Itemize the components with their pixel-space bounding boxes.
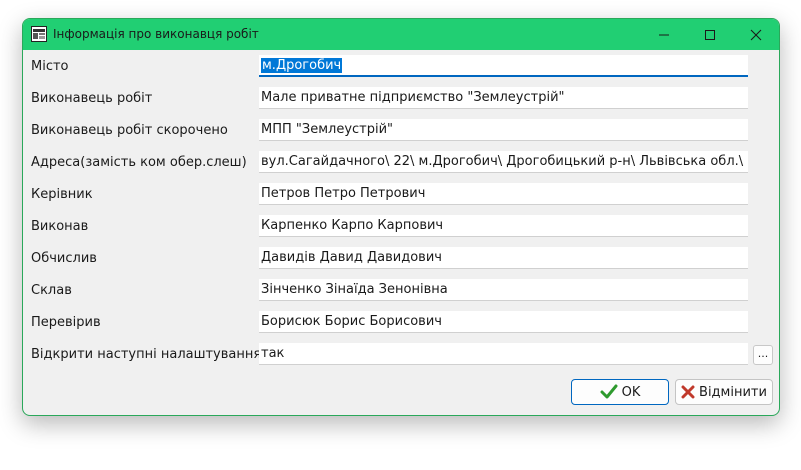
contractor-input[interactable]: Мале приватне підприємство "Землеустрій": [259, 87, 748, 109]
checked-by-input[interactable]: Борисюк Борис Борисович: [259, 311, 748, 333]
maximize-icon: [705, 29, 715, 40]
label-contractor-short: Виконавець робіт скорочено: [31, 123, 228, 138]
title-bar[interactable]: Інформація про виконавця робіт: [23, 19, 779, 50]
city-value: м.Дрогобич: [261, 58, 343, 73]
calculated-by-input[interactable]: Давидів Давид Давидович: [259, 247, 748, 269]
cancel-button[interactable]: Відмінити: [675, 379, 773, 405]
city-input[interactable]: м.Дрогобич: [259, 55, 748, 77]
maximize-button[interactable]: [687, 19, 733, 50]
minimize-button[interactable]: [641, 19, 687, 50]
window-title: Інформація про виконавця робіт: [53, 27, 259, 41]
dialog-window: Інформація про виконавця робіт Місто м.Д…: [22, 18, 780, 416]
label-performed-by: Виконав: [31, 219, 89, 234]
ellipsis-button[interactable]: ...: [753, 345, 773, 365]
minimize-icon: [659, 34, 669, 35]
manager-input[interactable]: Петров Петро Петрович: [259, 183, 748, 205]
label-checked-by: Перевірив: [31, 315, 101, 330]
label-city: Місто: [31, 59, 69, 74]
open-next-settings-input[interactable]: так: [259, 343, 748, 365]
label-address: Адреса(замість ком обер.слеш): [31, 155, 247, 170]
address-input[interactable]: вул.Сагайдачного\ 22\ м.Дрогобич\ Дрогоб…: [259, 151, 748, 173]
compiled-by-input[interactable]: Зінченко Зінаїда Зенонівна: [259, 279, 748, 301]
label-compiled-by: Склав: [31, 283, 72, 298]
ok-button[interactable]: OK: [571, 379, 669, 405]
close-button[interactable]: [733, 19, 779, 50]
label-contractor: Виконавець робіт: [31, 91, 153, 106]
cancel-label: Відмінити: [699, 384, 767, 400]
close-icon: [750, 29, 762, 40]
label-open-next-settings: Відкрити наступні налаштування?: [31, 347, 269, 362]
label-calculated-by: Обчислив: [31, 251, 97, 266]
app-icon: [31, 26, 47, 42]
ok-label: OK: [621, 384, 641, 400]
label-manager: Керівник: [31, 187, 93, 202]
checkmark-icon: [600, 384, 618, 400]
contractor-short-input[interactable]: МПП "Землеустрій": [259, 119, 748, 141]
cross-icon: [681, 385, 695, 399]
performed-by-input[interactable]: Карпенко Карпо Карпович: [259, 215, 748, 237]
